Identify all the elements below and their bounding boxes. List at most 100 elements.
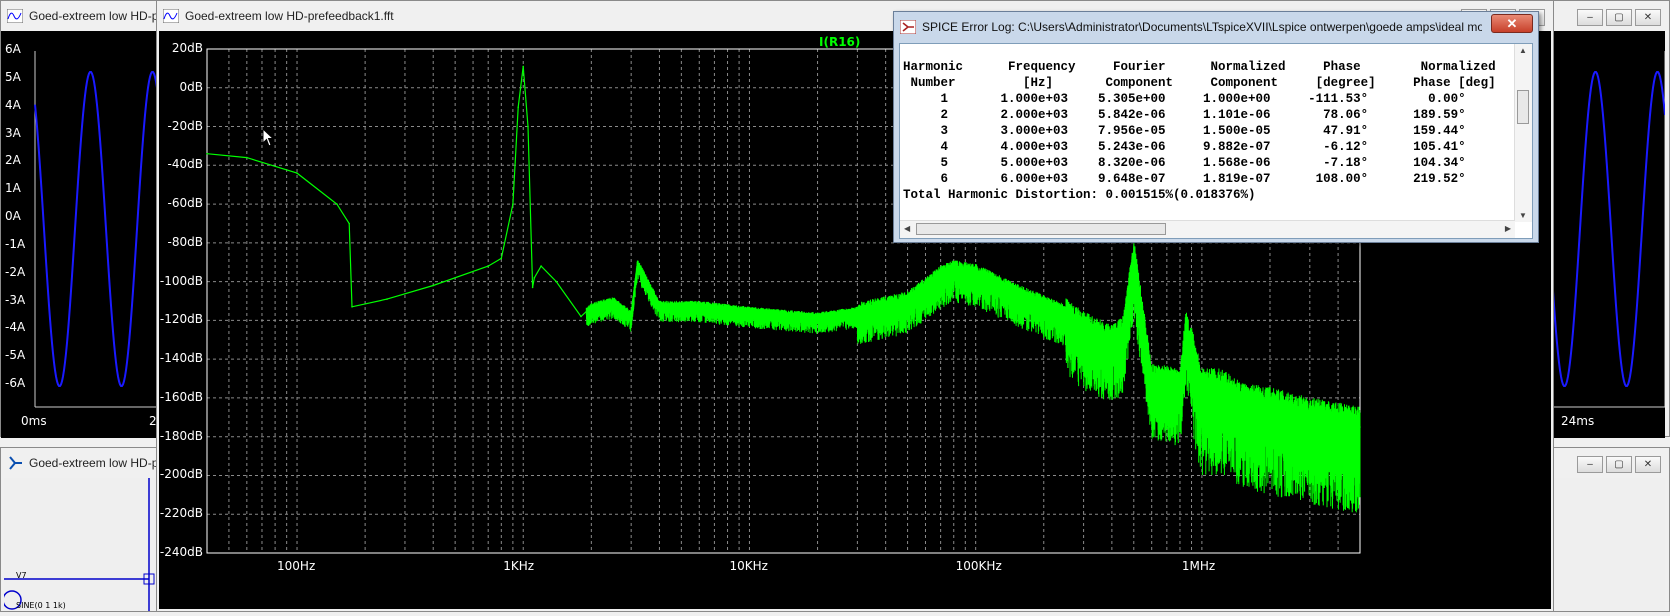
error-log-content[interactable]: Harmonic Frequency Fourier Normalized Ph… (899, 43, 1533, 239)
close-button[interactable]: ✕ (1635, 9, 1661, 26)
schematic-window-titlebar[interactable]: Goed-extreem low HD-pr (1, 448, 159, 478)
fft-y-tick-label: 20dB (171, 41, 203, 55)
fft-data-point (748, 309, 751, 312)
fft-data-point (1064, 311, 1067, 314)
fft-data-point (1179, 381, 1181, 384)
schematic-window-right[interactable]: ‒ ▢ ✕ (1550, 447, 1670, 612)
close-button[interactable]: ✕ (1635, 456, 1661, 473)
fft-data-point (580, 315, 582, 318)
maximize-button[interactable]: ▢ (1606, 9, 1632, 26)
schematic-right-window-controls: ‒ ▢ ✕ (1577, 456, 1661, 473)
fft-data-point (816, 315, 819, 318)
fft-data-point (590, 306, 593, 308)
fourier-table: Harmonic Frequency Fourier Normalized Ph… (903, 59, 1496, 203)
fft-y-tick-label: -140dB (159, 351, 203, 366)
fft-data-point (487, 265, 490, 267)
fft-data-point (924, 284, 927, 287)
fft-data-point (517, 106, 519, 108)
waveform-right-x-tick-0: 24ms (1561, 414, 1595, 428)
fft-data-point (246, 156, 248, 159)
vertical-scrollbar[interactable]: ▲ ▼ (1514, 44, 1532, 222)
fft-data-point (1150, 377, 1153, 380)
fft-data-point (1309, 416, 1311, 419)
fourier-table-row: 1 1.000e+03 5.305e+00 1.000e+00 -111.53°… (940, 92, 1466, 106)
waveform-left-y-tick: 0A (5, 209, 21, 223)
fft-x-tick-label: 100KHz (955, 559, 1002, 573)
fft-data-point (952, 267, 955, 269)
error-log-titlebar[interactable]: SPICE Error Log: C:\Users\Administrator\… (894, 12, 1538, 42)
fourier-table-row: 4 4.000e+03 5.243e-06 9.882e-07 -6.12° 1… (940, 140, 1466, 154)
waveform-left-y-tick: 3A (5, 125, 21, 140)
fft-y-tick-label: -180dB (159, 428, 203, 443)
fft-data-point (1219, 387, 1221, 390)
waveform-left-x-tick-0: 0ms (21, 414, 47, 428)
waveform-window-right[interactable]: ‒ ▢ ✕ 24ms (1550, 0, 1670, 438)
scroll-down-arrow-icon[interactable]: ▼ (1519, 211, 1527, 220)
maximize-button[interactable]: ▢ (1606, 456, 1632, 473)
spice-error-log-dialog[interactable]: SPICE Error Log: C:\Users\Administrator\… (893, 11, 1539, 243)
waveform-right-trace (1550, 71, 1666, 387)
fft-data-point (1240, 401, 1243, 403)
fft-data-point (555, 280, 558, 283)
fourier-table-row: 6 6.000e+03 9.648e-07 1.819e-07 108.00° … (903, 172, 1466, 186)
total-harmonic-distortion: Total Harmonic Distortion: 0.001515%(0.0… (903, 188, 1256, 202)
fft-data-point (386, 298, 388, 300)
fft-x-tick-label: 10KHz (729, 559, 768, 573)
fft-data-point (1111, 339, 1113, 341)
schematic-window[interactable]: Goed-extreem low HD-pr V7 SINE(0 1 1k) (0, 447, 160, 612)
waveform-right-svg (1550, 51, 1666, 408)
fft-data-point (533, 276, 536, 279)
schematic-right-canvas[interactable] (1551, 478, 1665, 611)
fft-data-point (906, 298, 909, 300)
fft-data-point (939, 273, 942, 275)
fft-data-point (658, 304, 661, 306)
horizontal-scrollbar[interactable]: ◀ ▶ (900, 220, 1515, 238)
waveform-left-y-tick: 1A (5, 181, 21, 196)
vertical-scroll-thumb[interactable] (1517, 90, 1529, 124)
fft-data-point (1014, 290, 1017, 293)
fft-noise-band (585, 240, 1361, 513)
waveform-left-y-tick: 5A (5, 69, 21, 84)
close-button[interactable]: ✕ (1491, 14, 1533, 33)
schematic-drawing (2, 478, 155, 611)
minimize-button[interactable]: ‒ (1577, 9, 1603, 26)
fft-y-tick-label: -200dB (159, 467, 203, 482)
error-log-title: SPICE Error Log: C:\Users\Administrator\… (922, 20, 1482, 34)
fft-y-tick-label: -220dB (159, 506, 203, 521)
fft-y-tick-label: -20dB (167, 118, 203, 133)
waveform-left-y-tick: -2A (5, 264, 26, 279)
fft-data-point (612, 300, 615, 302)
fft-y-tick-label: 0dB (179, 79, 203, 94)
waveform-left-y-tick: 6A (5, 42, 21, 56)
scroll-right-arrow-icon[interactable]: ▶ (1505, 224, 1511, 233)
spice-log-icon (900, 20, 916, 34)
fft-y-tick-label: -240dB (159, 545, 203, 559)
fft-window-title: Goed-extreem low HD-prefeedback1.fft (185, 9, 394, 23)
schematic-canvas[interactable]: V7 SINE(0 1 1k) (2, 478, 159, 611)
fft-data-point (698, 304, 701, 306)
waveform-left-y-tick: -4A (5, 320, 26, 335)
waveform-icon (7, 9, 23, 23)
waveform-left-y-tick: 2A (5, 153, 21, 168)
fft-data-point (974, 271, 977, 273)
waveform-window-left-titlebar[interactable]: Goed-extreem low HD-pr (1, 1, 159, 31)
fft-data-point (527, 125, 529, 128)
fourier-table-row: 2 2.000e+03 5.842e-06 1.101e-06 78.06° 1… (940, 108, 1466, 122)
waveform-left-y-tick: -1A (5, 236, 26, 251)
fft-data-point (206, 152, 208, 155)
scroll-left-arrow-icon[interactable]: ◀ (904, 224, 910, 233)
schematic-source-label: SINE(0 1 1k) (16, 601, 66, 610)
waveform-plot-right[interactable] (1550, 31, 1666, 438)
table-header-line-2: Number [Hz] Component Component [degree]… (903, 76, 1496, 90)
fft-x-tick-label: 1MHz (1181, 559, 1216, 573)
fft-y-tick-label: -100dB (159, 273, 203, 288)
horizontal-scroll-thumb[interactable] (916, 223, 1166, 235)
minimize-button[interactable]: ‒ (1577, 456, 1603, 473)
fft-data-point (348, 222, 350, 225)
fft-data-point (1269, 406, 1271, 409)
waveform-window-left[interactable]: Goed-extreem low HD-pr 6A 5A 4A 3A 2A 1A 0A -1A… (0, 0, 162, 438)
fft-data-point (1122, 329, 1125, 331)
scroll-up-arrow-icon[interactable]: ▲ (1519, 46, 1527, 55)
fft-data-point (336, 203, 338, 205)
fft-data-point (351, 306, 353, 308)
